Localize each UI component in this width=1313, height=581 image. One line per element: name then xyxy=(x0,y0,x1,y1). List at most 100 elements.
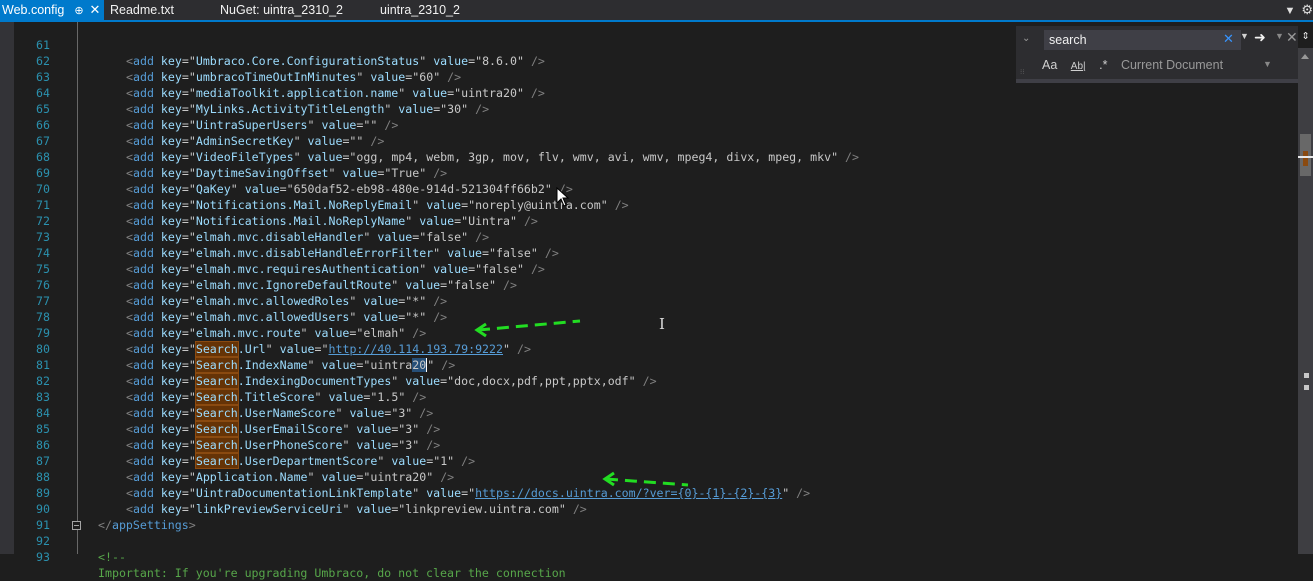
tab-readme[interactable]: Readme.txt xyxy=(110,0,174,20)
match-case-toggle[interactable]: Aa xyxy=(1042,58,1057,72)
attribute-name: value xyxy=(321,358,357,372)
code-text: <add key="elmah.mvc.requiresAuthenticati… xyxy=(126,261,545,277)
code-line: 88 <add key="UintraDocumentationLinkTemp… xyxy=(14,453,810,500)
attribute-name: key xyxy=(160,502,182,516)
equals: =" xyxy=(433,102,448,116)
quote: " xyxy=(509,214,517,228)
equals: =" xyxy=(181,374,196,388)
tag-bracket: < xyxy=(126,294,133,308)
find-next-icon[interactable]: ➜ xyxy=(1254,29,1266,46)
attribute-name: key xyxy=(160,214,182,228)
tag-close: /> xyxy=(796,486,811,500)
tag-close: /> xyxy=(642,374,657,388)
code-text: <add key="Notifications.Mail.NoReplyEmai… xyxy=(126,197,629,213)
tag-bracket: < xyxy=(126,70,133,84)
attribute-name: value xyxy=(314,326,350,340)
close-icon[interactable]: ✕ xyxy=(90,2,101,17)
code-line: 84 <add key="Search.UserEmailScore" valu… xyxy=(14,389,440,437)
equals: =" xyxy=(181,406,196,420)
equals: =" xyxy=(181,438,196,452)
tag-close: /> xyxy=(572,502,587,516)
quote: " xyxy=(398,326,406,340)
equals: =" xyxy=(356,118,371,132)
attribute-name: key xyxy=(160,150,182,164)
collapse-icon[interactable] xyxy=(72,521,81,530)
chevron-down-icon[interactable]: ▼ xyxy=(1284,1,1295,21)
tab-nuget[interactable]: NuGet: uintra_2310_2 xyxy=(220,0,343,20)
scroll-up-icon[interactable] xyxy=(1301,54,1309,59)
tag-close: /> xyxy=(433,166,448,180)
quote: " xyxy=(419,262,427,276)
tag-bracket: < xyxy=(126,150,133,164)
vertical-scrollbar[interactable] xyxy=(1298,48,1313,554)
quote: " xyxy=(530,246,538,260)
attribute-name: key xyxy=(160,86,182,100)
tag-close: /> xyxy=(412,390,427,404)
attribute-name: key xyxy=(160,102,182,116)
element-name: add xyxy=(132,102,154,116)
search-history-dropdown-icon[interactable]: ▼ xyxy=(1240,31,1249,41)
code-text: <add key="Search.UserPhoneScore" value="… xyxy=(126,437,440,453)
attribute-name: key xyxy=(160,358,182,372)
toggle-replace-icon[interactable]: ⌄ xyxy=(1022,33,1030,44)
pin-icon[interactable]: ⊕ xyxy=(74,5,83,17)
search-scope-select[interactable]: Current Document xyxy=(1121,58,1223,72)
regex-toggle[interactable]: .* xyxy=(1099,58,1107,72)
tag-close: /> xyxy=(475,230,490,244)
quote: " xyxy=(293,134,301,148)
code-text: <add key="Search.Url" value="http://40.1… xyxy=(126,341,531,357)
value-text: false xyxy=(496,246,531,260)
element-name: add xyxy=(132,262,154,276)
equals: =" xyxy=(181,278,196,292)
tag-bracket: < xyxy=(126,262,133,276)
split-window-icon[interactable]: ⇕ xyxy=(1298,26,1313,48)
attribute-name: key xyxy=(160,54,182,68)
value-link[interactable]: http://40.114.193.79:9222 xyxy=(329,342,504,356)
code-text: <add key="elmah.mvc.route" value="elmah"… xyxy=(126,325,426,341)
attribute-name: key xyxy=(160,470,182,484)
attribute-name: value xyxy=(307,150,343,164)
attribute-name: key xyxy=(160,134,182,148)
equals: =" xyxy=(181,502,196,516)
attribute-name: key xyxy=(160,198,182,212)
tag-bracket: < xyxy=(126,86,133,100)
key-value: .UserPhoneScore xyxy=(237,438,343,452)
scrollbar-thumb[interactable] xyxy=(1300,134,1311,176)
key-value: linkPreviewServiceUri xyxy=(195,502,343,516)
element-name: add xyxy=(132,214,154,228)
search-input[interactable] xyxy=(1044,30,1241,50)
gear-icon[interactable]: ⚙ xyxy=(1301,0,1313,20)
tab-label: Readme.txt xyxy=(110,3,174,17)
tab-web-config[interactable]: Web.config ⊕ ✕ xyxy=(0,0,104,20)
find-options-dropdown-icon[interactable]: ▼ xyxy=(1275,31,1284,41)
element-name: add xyxy=(132,374,154,388)
tag-bracket: > xyxy=(188,518,196,532)
tag-bracket: < xyxy=(126,278,133,292)
clear-search-icon[interactable]: ✕ xyxy=(1223,31,1234,47)
attribute-name: value xyxy=(412,86,448,100)
attribute-name: key xyxy=(160,326,182,340)
tag-bracket: < xyxy=(126,470,133,484)
tab-project[interactable]: uintra_2310_2 xyxy=(380,0,460,20)
equals: =" xyxy=(440,278,455,292)
quote: " xyxy=(363,230,371,244)
attribute-name: key xyxy=(160,342,182,356)
tag-close: /> xyxy=(544,246,559,260)
code-line: 77 <add key="elmah.mvc.allowedUsers" val… xyxy=(14,277,447,324)
key-value: .UserEmailScore xyxy=(237,422,343,436)
attribute-name: key xyxy=(160,182,182,196)
scope-dropdown-icon[interactable]: ▼ xyxy=(1263,59,1272,69)
tag-close: /> xyxy=(433,294,448,308)
arrow-shaft xyxy=(477,319,581,332)
whole-word-toggle[interactable]: Ab| xyxy=(1071,61,1086,72)
attribute-name: value xyxy=(377,230,413,244)
close-find-icon[interactable]: ✕ xyxy=(1286,29,1298,46)
value-text: false xyxy=(454,278,490,292)
code-line: 93 Important: If you're upgrading Umbrac… xyxy=(14,533,566,580)
quote: " xyxy=(349,294,357,308)
element-name: add xyxy=(132,182,154,196)
value-text: True xyxy=(391,166,420,180)
quote: " xyxy=(314,390,322,404)
resize-grip-icon[interactable]: ⁝⁝ xyxy=(1020,68,1024,76)
tag-bracket: < xyxy=(126,486,133,500)
